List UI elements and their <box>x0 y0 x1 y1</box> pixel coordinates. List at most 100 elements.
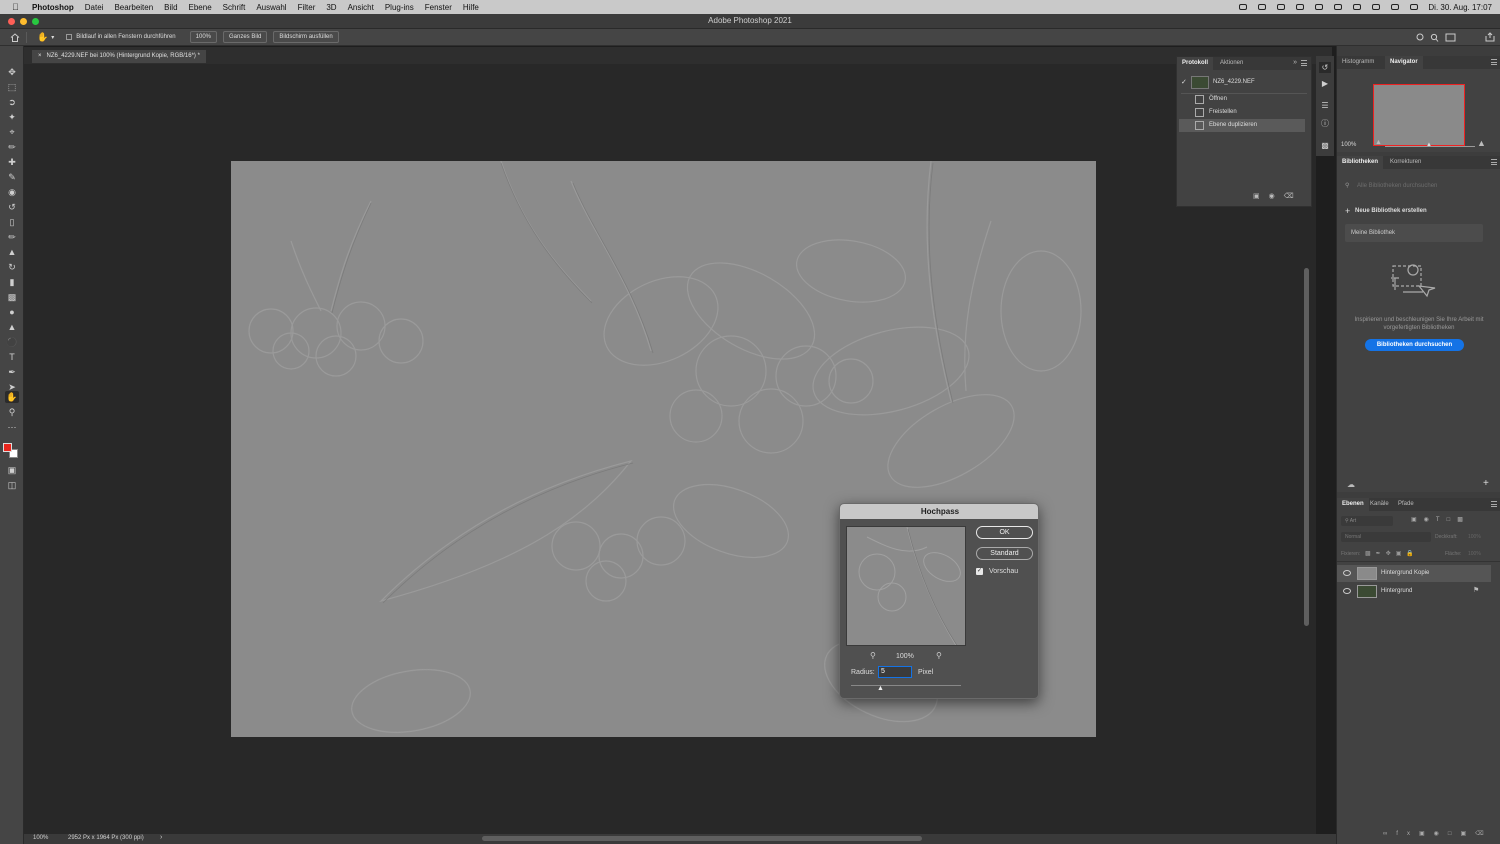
browse-libraries-button[interactable]: Bibliotheken durchsuchen <box>1365 339 1464 351</box>
gradient-tool-icon[interactable]: ▩ <box>5 291 19 303</box>
layer-row-hintergrund[interactable]: Hintergrund ⚑ <box>1337 583 1491 600</box>
eraser-tool-icon[interactable]: ▯ <box>5 216 19 228</box>
share-search-icon[interactable] <box>1416 33 1456 44</box>
menu-bearbeiten[interactable]: Bearbeiten <box>114 3 153 12</box>
visibility-eye-icon[interactable] <box>1343 588 1351 594</box>
document-tab[interactable]: × NZ6_4229.NEF bei 100% (Hintergrund Kopi… <box>32 50 206 63</box>
tab-histogramm[interactable]: Histogramm <box>1337 56 1379 69</box>
panel-menu-icon[interactable] <box>1491 501 1497 507</box>
history-step-open[interactable]: Öffnen <box>1177 93 1311 106</box>
volume-icon[interactable] <box>1295 3 1305 11</box>
menu-hilfe[interactable]: Hilfe <box>463 3 479 12</box>
fill-field[interactable]: 100% <box>1468 551 1481 557</box>
new-library-link[interactable]: Neue Bibliothek erstellen <box>1355 208 1427 214</box>
zoom-tool-icon[interactable]: ⚲ <box>5 406 19 418</box>
preview-zoom-out-icon[interactable]: ⚲ <box>870 651 876 660</box>
zoom-in-mountain-icon[interactable]: ▲ <box>1477 138 1486 148</box>
screen-mode-icon[interactable]: ◫ <box>5 479 19 491</box>
battery-icon[interactable] <box>1352 3 1362 11</box>
new-document-from-state-icon[interactable]: ▣ <box>1253 193 1269 200</box>
app-menu[interactable]: Photoshop <box>32 3 74 12</box>
layers-footer-icons[interactable]: ∞fx▣◉□▣⌫ <box>1383 830 1493 837</box>
type-tool-icon[interactable]: T <box>5 351 19 363</box>
tab-ebenen[interactable]: Ebenen <box>1337 498 1369 511</box>
horizontal-scrollbar[interactable] <box>482 836 922 841</box>
status-zoom[interactable]: 100% <box>33 835 48 841</box>
navigator-thumbnail[interactable] <box>1373 84 1465 146</box>
lasso-tool-icon[interactable]: ➲ <box>5 96 19 108</box>
more-tools-icon[interactable]: ⋯ <box>5 421 19 433</box>
dialog-preview-image[interactable] <box>846 526 966 646</box>
history-brush-icon-2[interactable]: ↻ <box>5 261 19 273</box>
fill-screen-button[interactable]: Bildschirm ausfüllen <box>273 31 339 43</box>
library-search-input[interactable]: Alle Bibliotheken durchsuchen <box>1357 183 1437 189</box>
layer-row-hintergrund-kopie[interactable]: Hintergrund Kopie <box>1337 565 1491 582</box>
wifi-icon[interactable] <box>1333 3 1343 11</box>
brush-tool-icon[interactable]: ✎ <box>5 171 19 183</box>
menu-ebene[interactable]: Ebene <box>189 3 212 12</box>
eraser-tool-icon-2[interactable]: ▮ <box>5 276 19 288</box>
menubar-clock[interactable]: Di. 30. Aug. 17:07 <box>1428 3 1492 12</box>
add-library-element-icon[interactable]: + <box>1483 478 1489 489</box>
tool-preset-chevron-icon[interactable]: ▾ <box>51 34 54 41</box>
home-icon[interactable] <box>10 32 20 42</box>
foreground-color-swatch[interactable] <box>3 443 12 452</box>
delete-state-icon[interactable]: ⌫ <box>1284 193 1303 200</box>
history-step-crop[interactable]: Freistellen <box>1177 106 1311 119</box>
tab-kanaele[interactable]: Kanäle <box>1365 498 1394 511</box>
dropbox-icon[interactable] <box>1257 3 1267 11</box>
layer-filter-kind-select[interactable]: ⚲ Art <box>1341 516 1393 526</box>
history-brush-tool-icon[interactable]: ↺ <box>5 201 19 213</box>
tab-protokoll[interactable]: Protokoll <box>1177 57 1214 70</box>
history-snapshot[interactable]: ✓ NZ6_4229.NEF <box>1177 75 1311 91</box>
tab-navigator[interactable]: Navigator <box>1385 56 1423 69</box>
add-library-icon[interactable]: + <box>1345 206 1350 216</box>
clone-source-panel-icon[interactable]: ▩ <box>1319 140 1331 151</box>
visibility-eye-icon[interactable] <box>1343 570 1351 576</box>
opacity-field[interactable]: 100% <box>1468 534 1481 540</box>
menu-plugins[interactable]: Plug-ins <box>385 3 414 12</box>
tab-aktionen[interactable]: Aktionen <box>1215 57 1248 70</box>
dodge-tool-icon[interactable]: ⚫ <box>5 336 19 348</box>
panel-menu-icon[interactable] <box>1491 159 1497 165</box>
creative-cloud-icon[interactable] <box>1238 3 1248 11</box>
time-machine-icon[interactable] <box>1276 3 1286 11</box>
pen-tool-icon[interactable]: ✒ <box>5 366 19 378</box>
navigator-zoom[interactable]: 100% <box>1341 142 1356 148</box>
panel-menu-icon[interactable] <box>1491 59 1497 65</box>
blur-tool-icon[interactable]: ● <box>5 306 19 318</box>
close-tab-icon[interactable]: × <box>38 53 42 59</box>
history-panel-icon[interactable]: ↺ <box>1319 62 1331 73</box>
menu-auswahl[interactable]: Auswahl <box>256 3 286 12</box>
history-step-duplicate[interactable]: Ebene duplizieren <box>1179 119 1305 132</box>
sharpen-tool-icon[interactable]: ▲ <box>5 321 19 333</box>
blend-mode-select[interactable]: Normal <box>1341 532 1431 542</box>
menu-fenster[interactable]: Fenster <box>425 3 452 12</box>
magic-wand-tool-icon[interactable]: ✦ <box>5 111 19 123</box>
brush-tool-icon-2[interactable]: ✏ <box>5 231 19 243</box>
tab-bibliotheken[interactable]: Bibliotheken <box>1337 156 1384 169</box>
apple-icon[interactable]:  <box>12 2 26 12</box>
radius-input[interactable]: 5 <box>878 666 912 678</box>
radius-slider-track[interactable] <box>851 685 961 686</box>
quick-mask-icon[interactable]: ▣ <box>5 464 19 476</box>
control-center-icon[interactable] <box>1390 3 1400 11</box>
healing-brush-tool-icon[interactable]: ✚ <box>5 156 19 168</box>
vertical-scrollbar[interactable] <box>1304 268 1309 626</box>
menu-datei[interactable]: Datei <box>85 3 104 12</box>
navigator-slider-handle[interactable]: ▲ <box>1426 142 1432 148</box>
status-menu-chevron-icon[interactable]: › <box>160 834 162 841</box>
fit-screen-button[interactable]: Ganzes Bild <box>223 31 268 43</box>
tab-pfade[interactable]: Pfade <box>1393 498 1419 511</box>
layer-lock-icon[interactable]: ⚑ <box>1473 586 1479 594</box>
siri-icon[interactable] <box>1409 3 1419 11</box>
cloud-icon[interactable]: ☁ <box>1347 480 1355 489</box>
menu-bild[interactable]: Bild <box>164 3 177 12</box>
adjustments-panel-icon[interactable]: ☰ <box>1319 100 1331 111</box>
bluetooth-icon[interactable] <box>1314 3 1324 11</box>
clone-stamp-tool-icon[interactable]: ◉ <box>5 186 19 198</box>
tab-korrekturen[interactable]: Korrekturen <box>1385 156 1426 169</box>
new-snapshot-icon[interactable]: ◉ <box>1269 193 1284 200</box>
preview-zoom-in-icon[interactable]: ⚲ <box>936 651 942 660</box>
collapse-panel-icon[interactable]: » <box>1293 59 1297 66</box>
